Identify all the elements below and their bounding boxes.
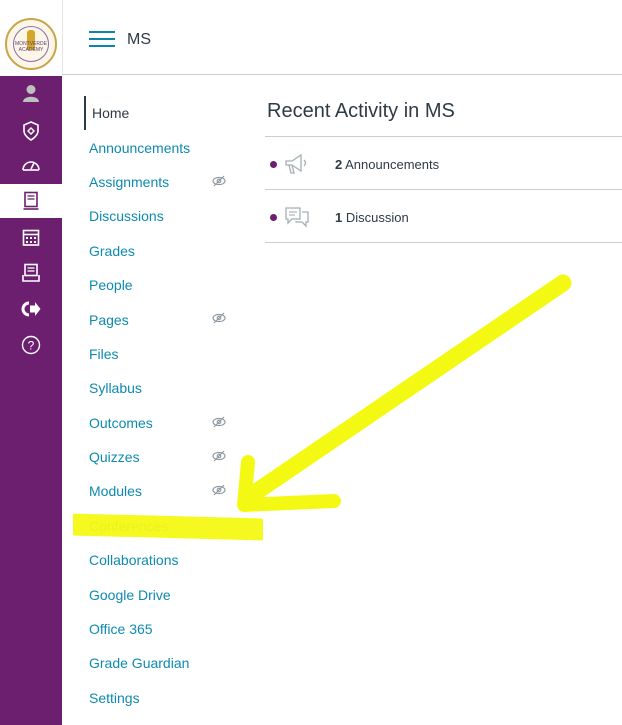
course-nav-label: Files [89,345,119,362]
course-nav-label: Collaborations [89,552,179,569]
course-nav-label: Syllabus [89,380,142,397]
course-nav-label: Office 365 [89,621,153,638]
course-nav-item-files[interactable]: Files [86,337,236,371]
activity-announcements-text: 2 Announcements [335,157,439,172]
course-nav: Home Announcements Assignments Discussions G… [84,96,236,715]
unread-dot [270,160,277,168]
activity-divider [265,242,622,243]
discussion-icon [284,206,310,228]
course-nav-item-home[interactable]: Home [84,96,236,131]
logo-text: MONTVERDE ACADEMY [15,41,47,53]
course-nav-item-syllabus[interactable]: Syllabus [86,371,236,405]
eye-slash-icon [212,312,226,324]
activity-label: Discussion [345,209,409,225]
activity-count: 1 [335,209,343,225]
course-nav-label: Discussions [89,208,164,225]
school-logo[interactable]: MONTVERDE ACADEMY [5,18,57,70]
course-nav-label: Settings [89,689,140,706]
course-nav-label: Outcomes [89,414,153,431]
page-title: Recent Activity in MS [267,100,455,122]
course-nav-label: Pages [89,311,129,328]
unread-dot [270,213,277,221]
logo-container[interactable]: MONTVERDE ACADEMY [0,0,63,76]
activity-item-announcements[interactable]: 2 Announcements [265,139,622,189]
admin-shield-icon[interactable] [0,114,62,148]
course-nav-item-assignments[interactable]: Assignments [86,165,236,199]
course-nav-item-google-drive[interactable]: Google Drive [86,577,236,611]
svg-text:?: ? [28,339,35,353]
courses-icon[interactable] [0,184,62,218]
course-nav-label: Google Drive [89,586,171,603]
course-nav-item-quizzes[interactable]: Quizzes [86,440,236,474]
activity-divider [265,136,622,137]
inbox-icon[interactable] [0,256,62,290]
course-nav-item-grade-guardian[interactable]: Grade Guardian [86,646,236,680]
eye-slash-icon [212,450,226,462]
course-nav-label: People [89,277,133,294]
eye-slash-icon [212,175,226,187]
course-nav-item-pages[interactable]: Pages [86,302,236,336]
course-nav-label: Grade Guardian [89,655,190,672]
hamburger-menu-icon[interactable] [89,30,115,48]
calendar-icon[interactable] [0,220,62,254]
course-nav-label: Quizzes [89,449,140,466]
dashboard-icon[interactable] [0,148,62,182]
course-nav-item-discussions[interactable]: Discussions [86,199,236,233]
eye-slash-icon [212,484,226,496]
course-nav-label: Modules [89,483,142,500]
activity-item-discussion[interactable]: 1 Discussion [265,192,622,242]
activity-label: Announcements [345,156,440,172]
commons-icon[interactable] [0,292,62,326]
announcement-icon [284,153,310,175]
help-icon[interactable]: ? [0,328,62,362]
course-nav-label: Assignments [89,173,170,190]
course-nav-item-modules[interactable]: Modules [86,474,236,508]
breadcrumb-course[interactable]: MS [127,31,151,49]
course-nav-label: Home [92,105,130,122]
eye-slash-icon [212,416,226,427]
course-nav-item-collaborations[interactable]: Collaborations [86,543,236,577]
account-icon[interactable] [0,76,62,110]
top-header: MONTVERDE ACADEMY MS [0,0,622,76]
course-nav-label: Announcements [89,139,191,156]
activity-discussion-text: 1 Discussion [335,210,409,225]
global-nav: ? [0,76,62,725]
course-nav-label: Grades [89,242,135,259]
activity-divider [265,189,622,190]
course-nav-item-settings[interactable]: Settings [86,681,236,715]
course-nav-item-outcomes[interactable]: Outcomes [86,406,236,440]
course-nav-item-grades[interactable]: Grades [86,234,236,268]
course-nav-item-people[interactable]: People [86,268,236,302]
course-nav-item-office-365[interactable]: Office 365 [86,612,236,646]
course-nav-item-announcements[interactable]: Announcements [86,130,236,164]
activity-count: 2 [335,156,343,172]
header-divider [62,74,622,75]
